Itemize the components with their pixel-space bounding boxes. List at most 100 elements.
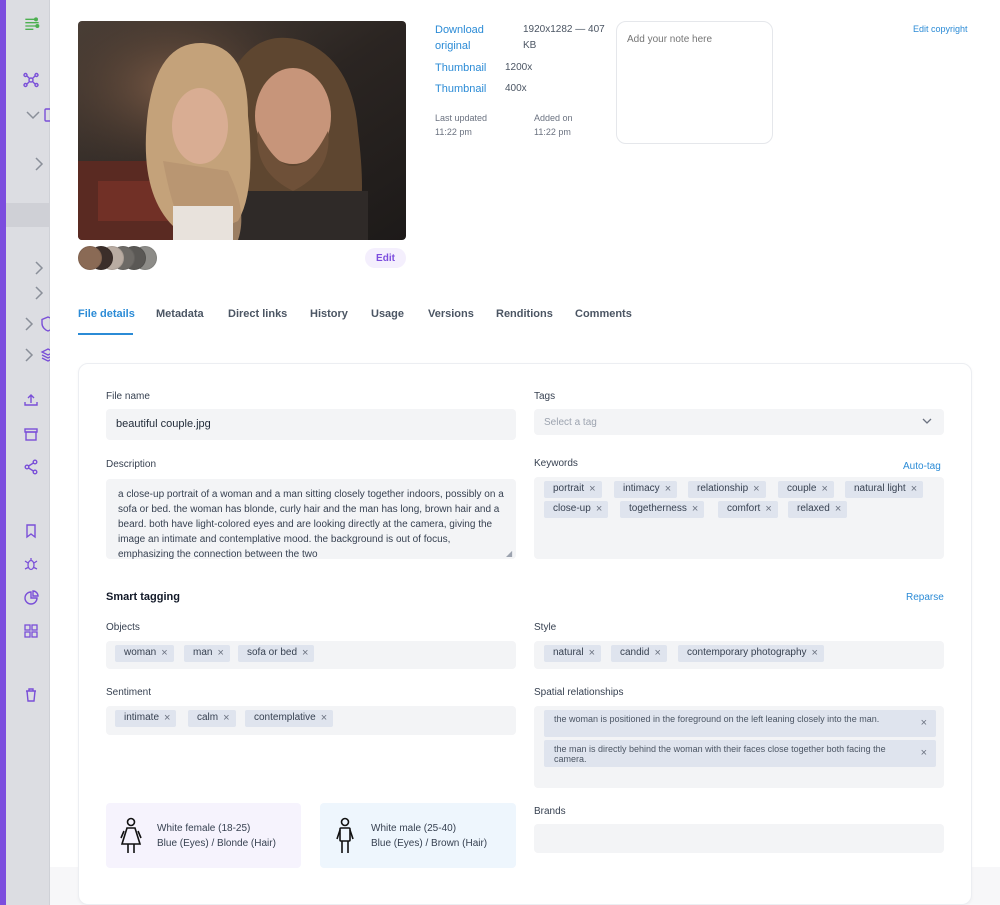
keyword-chip[interactable]: relationship × (688, 481, 766, 498)
remove-icon[interactable]: × (692, 503, 698, 516)
remove-icon[interactable]: × (161, 647, 167, 660)
edit-image-button[interactable]: Edit (365, 248, 406, 268)
object-chip[interactable]: sofa or bed × (238, 645, 315, 662)
remove-icon[interactable]: × (321, 712, 327, 725)
remove-icon[interactable]: × (835, 503, 841, 516)
keyword-chip[interactable]: couple × (778, 481, 834, 498)
active-tab-indicator (78, 333, 133, 335)
style-chip[interactable]: contemporary photography × (678, 645, 824, 662)
description-textarea[interactable]: a close-up portrait of a woman and a man… (106, 479, 516, 559)
grid-icon[interactable] (22, 622, 40, 640)
style-label: Style (534, 622, 557, 633)
keyword-chip[interactable]: comfort × (718, 501, 778, 518)
person-card-male: White male (25-40) Blue (Eyes) / Brown (… (320, 803, 516, 868)
last-updated-label: Last updated (435, 113, 488, 123)
brands-field[interactable] (534, 824, 944, 853)
remove-icon[interactable]: × (665, 483, 671, 496)
keyword-chip[interactable]: natural light × (845, 481, 924, 498)
app-logo-icon[interactable] (20, 12, 44, 36)
remove-icon[interactable]: × (911, 483, 917, 496)
person-description: White male (25-40) (371, 823, 457, 834)
thumbnail-400-link[interactable]: Thumbnail (435, 81, 486, 97)
remove-icon[interactable]: × (765, 503, 771, 516)
spatial-chip[interactable]: the man is directly behind the woman wit… (544, 740, 936, 767)
remove-icon[interactable]: × (654, 647, 660, 660)
pie-chart-icon[interactable] (22, 589, 40, 607)
style-chip[interactable]: natural × (544, 645, 602, 662)
sentiment-chip[interactable]: contemplative × (245, 710, 334, 727)
objects-label: Objects (106, 622, 140, 633)
added-on-value: 11:22 pm (534, 127, 571, 137)
trash-icon[interactable] (22, 686, 40, 704)
remove-icon[interactable]: × (921, 748, 927, 759)
keyword-chip[interactable]: portrait × (544, 481, 602, 498)
color-swatch[interactable] (78, 246, 102, 270)
upload-icon[interactable] (22, 391, 40, 409)
tags-select[interactable]: Select a tag (534, 409, 944, 435)
remove-icon[interactable]: × (164, 712, 170, 725)
resize-grip-icon[interactable]: ◢ (506, 549, 512, 558)
male-person-icon (334, 817, 356, 855)
tab-file-details[interactable]: File details (78, 308, 135, 320)
sentiment-chip[interactable]: calm × (188, 710, 236, 727)
bug-icon[interactable] (22, 555, 40, 573)
edit-copyright-link[interactable]: Edit copyright (913, 24, 968, 34)
chevron-down-icon[interactable] (24, 106, 42, 124)
remove-icon[interactable]: × (223, 712, 229, 725)
chevron-right-icon[interactable] (20, 315, 38, 333)
tab-versions[interactable]: Versions (428, 308, 474, 320)
tab-direct-links[interactable]: Direct links (228, 308, 287, 320)
chevron-right-icon[interactable] (30, 259, 48, 277)
chevron-right-icon[interactable] (30, 284, 48, 302)
keyword-chip-label: relationship (697, 483, 749, 494)
tags-select-placeholder: Select a tag (544, 417, 597, 428)
chevron-right-icon[interactable] (30, 155, 48, 173)
remove-icon[interactable]: × (812, 647, 818, 660)
person-description: White female (18-25) (157, 823, 251, 834)
tab-usage[interactable]: Usage (371, 308, 404, 320)
share-icon[interactable] (22, 458, 40, 476)
remove-icon[interactable]: × (596, 503, 602, 516)
remove-icon[interactable]: × (753, 483, 759, 496)
keyword-chip[interactable]: intimacy × (614, 481, 678, 498)
remove-icon[interactable]: × (217, 647, 223, 660)
keyword-chip-label: intimacy (623, 483, 660, 494)
style-chip[interactable]: candid × (611, 645, 667, 662)
spatial-chip-text: the man is directly behind the woman wit… (554, 744, 886, 764)
archive-icon[interactable] (22, 425, 40, 443)
remove-icon[interactable]: × (589, 647, 595, 660)
female-person-icon (120, 817, 142, 855)
added-on-label: Added on (534, 113, 573, 123)
object-chip[interactable]: man × (184, 645, 230, 662)
thumbnail-1200-link[interactable]: Thumbnail (435, 60, 486, 76)
reparse-link[interactable]: Reparse (906, 592, 944, 603)
sentiment-chip-label: intimate (124, 712, 160, 723)
network-icon[interactable] (22, 71, 40, 89)
chevron-right-icon[interactable] (20, 346, 38, 364)
remove-icon[interactable]: × (821, 483, 827, 496)
tab-renditions[interactable]: Renditions (496, 308, 553, 320)
sentiment-chip[interactable]: intimate × (115, 710, 177, 727)
tab-history[interactable]: History (310, 308, 348, 320)
spatial-chip[interactable]: the woman is positioned in the foregroun… (544, 710, 936, 737)
tab-comments[interactable]: Comments (575, 308, 632, 320)
keyword-chip[interactable]: togetherness × (620, 501, 705, 518)
file-name-input[interactable]: beautiful couple.jpg (106, 409, 516, 440)
tab-metadata[interactable]: Metadata (156, 308, 204, 320)
object-chip[interactable]: woman × (115, 645, 174, 662)
download-original-link[interactable]: Download original (435, 22, 507, 54)
keyword-chip[interactable]: close-up × (544, 501, 609, 518)
keyword-chip[interactable]: relaxed × (788, 501, 848, 518)
remove-icon[interactable]: × (302, 647, 308, 660)
style-chip-label: natural (553, 647, 584, 658)
auto-tag-link[interactable]: Auto-tag (903, 461, 941, 472)
person-attributes: Blue (Eyes) / Brown (Hair) (371, 838, 488, 849)
remove-icon[interactable]: × (921, 718, 927, 729)
note-textarea[interactable] (616, 21, 773, 144)
remove-icon[interactable]: × (589, 483, 595, 496)
original-size-value: 1920x1282 — 407 KB (523, 24, 605, 51)
keyword-chip-label: close-up (553, 503, 591, 514)
person-card-female: White female (18-25) Blue (Eyes) / Blond… (106, 803, 301, 868)
asset-preview-image[interactable] (78, 21, 406, 240)
bookmark-icon[interactable] (22, 522, 40, 540)
